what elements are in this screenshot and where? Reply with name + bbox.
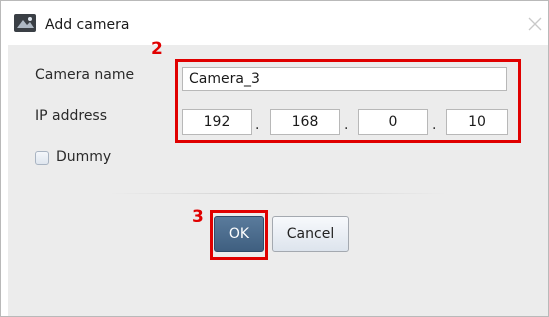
camera-name-label: Camera name: [35, 67, 135, 83]
ip-address-label: IP address: [35, 108, 108, 124]
close-icon[interactable]: [526, 15, 544, 33]
add-camera-dialog: Add camera Camera name IP address . . . …: [0, 0, 549, 317]
separator: [108, 193, 448, 194]
cancel-button-label: Cancel: [286, 226, 335, 242]
highlight-box-name-ip: [175, 59, 521, 143]
title-bar: Add camera: [1, 1, 548, 37]
camera-app-icon: [14, 14, 36, 32]
cancel-button[interactable]: Cancel: [272, 216, 349, 252]
callout-number-3: 3: [192, 207, 204, 227]
highlight-box-ok: [210, 210, 268, 260]
window-title: Add camera: [45, 17, 130, 33]
dummy-checkbox[interactable]: [35, 151, 49, 165]
dummy-label: Dummy: [56, 149, 112, 165]
callout-number-2: 2: [151, 39, 163, 59]
